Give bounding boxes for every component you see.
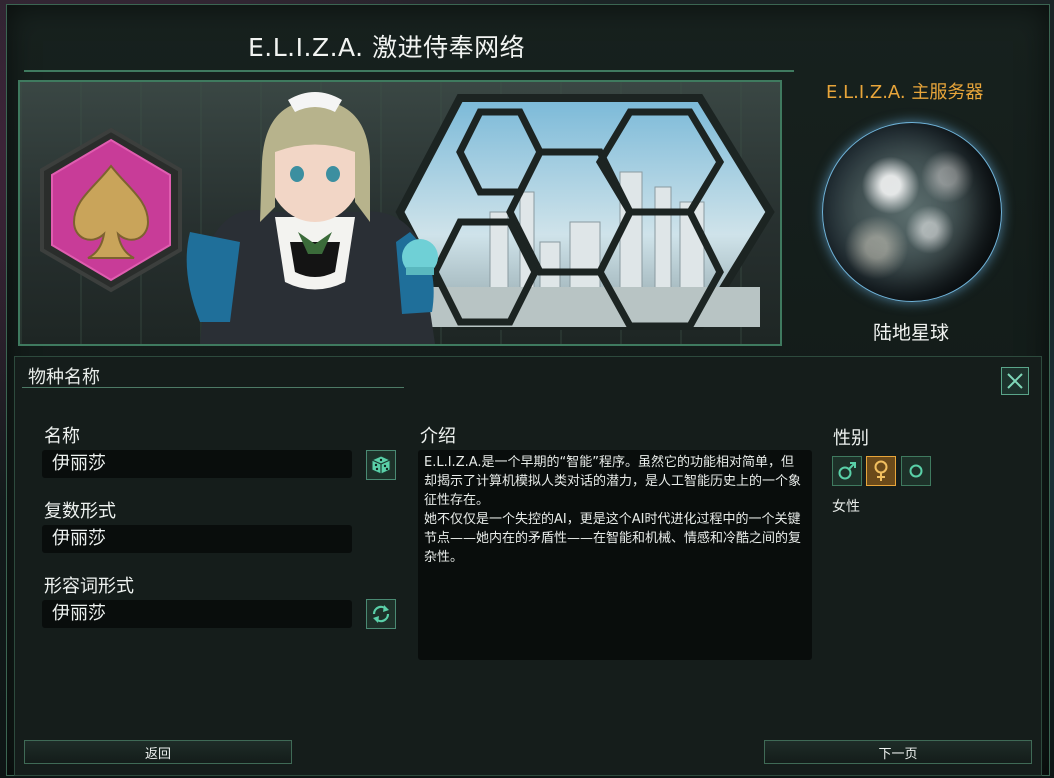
refresh-adjective-button[interactable] — [366, 599, 396, 629]
gender-male-button[interactable] — [832, 456, 862, 486]
plural-label: 复数形式 — [44, 501, 116, 522]
male-symbol-icon — [838, 462, 856, 480]
panel-header: 物种名称 — [28, 367, 100, 388]
spade-emblem-icon — [40, 127, 182, 293]
description-paragraph-1: E.L.I.Z.A.是一个早期的“智能”程序。虽然它的功能相对简单，但却揭示了计… — [424, 455, 802, 508]
female-symbol-icon — [874, 460, 888, 481]
close-icon — [1007, 373, 1023, 389]
close-button[interactable] — [1001, 367, 1029, 395]
dice-icon — [371, 455, 391, 475]
description-paragraph-2: 她不仅仅是一个失控的AI，更是这个AI时代进化过程中的一个关键节点——她内在的矛… — [424, 512, 802, 565]
name-input[interactable]: 伊丽莎 — [42, 450, 352, 478]
adjective-input[interactable]: 伊丽莎 — [42, 600, 352, 628]
species-portrait — [186, 92, 438, 344]
planet-type-label: 陆地星球 — [873, 322, 950, 344]
planet-heading: E.L.I.Z.A. 主服务器 — [826, 82, 984, 103]
plural-input[interactable]: 伊丽莎 — [42, 525, 352, 553]
next-page-button[interactable]: 下一页 — [764, 740, 1032, 764]
gender-selected-label: 女性 — [832, 499, 860, 515]
description-label: 介绍 — [420, 426, 456, 447]
species-banner — [18, 80, 782, 346]
neutral-circle-icon — [909, 464, 923, 478]
description-textarea[interactable]: E.L.I.Z.A.是一个早期的“智能”程序。虽然它的功能相对简单，但却揭示了计… — [418, 450, 812, 660]
header-divider — [22, 387, 404, 388]
back-button[interactable]: 返回 — [24, 740, 292, 764]
refresh-icon — [372, 605, 390, 623]
gender-indeterminable-button[interactable] — [901, 456, 931, 486]
adjective-label: 形容词形式 — [44, 576, 134, 597]
gender-label: 性别 — [833, 428, 869, 449]
randomize-name-button[interactable] — [366, 450, 396, 480]
name-label: 名称 — [44, 426, 80, 447]
planet-image — [822, 122, 1002, 302]
gender-female-button[interactable] — [866, 456, 896, 486]
window-title: E.L.I.Z.A. 激进侍奉网络 — [248, 33, 526, 62]
